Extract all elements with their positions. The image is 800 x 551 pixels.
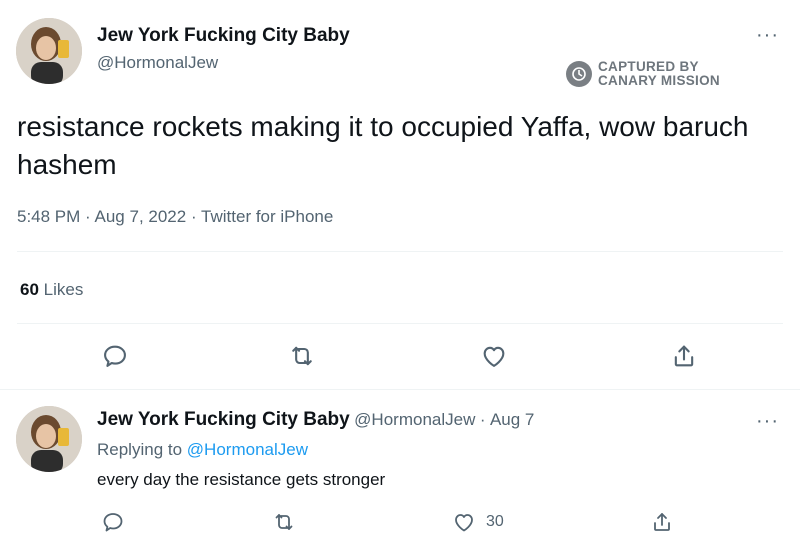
retweet-icon[interactable] (272, 510, 296, 534)
tweet-metadata: 5:48 PM · Aug 7, 2022 · Twitter for iPho… (17, 207, 333, 227)
separator-dot: · (190, 207, 197, 226)
tweet-text: resistance rockets making it to occupied… (17, 111, 749, 180)
avatar[interactable] (16, 18, 82, 84)
more-options-icon[interactable]: ··· (756, 411, 779, 431)
separator-dot: · (479, 410, 486, 429)
replying-to: Replying to @HormonalJew (97, 440, 308, 460)
user-handle[interactable]: @HormonalJew (354, 410, 475, 429)
display-name[interactable]: Jew York Fucking City Baby (97, 25, 350, 47)
share-icon[interactable] (650, 510, 674, 534)
tweet-time[interactable]: 5:48 PM (17, 207, 80, 226)
divider (17, 323, 783, 324)
likes-stat[interactable]: 60 Likes (20, 280, 83, 300)
display-name[interactable]: Jew York Fucking City Baby (97, 409, 350, 430)
heart-icon (452, 510, 476, 534)
tweet-date[interactable]: Aug 7 (490, 410, 534, 429)
reply-header: Jew York Fucking City Baby @HormonalJew … (97, 409, 534, 431)
separator-dot: · (85, 207, 91, 226)
watermark-line-2: CANARY MISSION (598, 73, 720, 88)
like-button[interactable]: 30 (452, 510, 504, 534)
more-options-icon[interactable]: ··· (756, 25, 779, 45)
like-count: 30 (486, 513, 504, 530)
watermark: CAPTURED BY CANARY MISSION (566, 60, 720, 88)
retweet-icon[interactable] (288, 342, 316, 370)
reply-icon[interactable] (101, 510, 125, 534)
heart-icon[interactable] (480, 342, 508, 370)
replying-to-label: Replying to (97, 440, 183, 459)
canary-mission-logo-icon (566, 61, 592, 87)
avatar[interactable] (16, 406, 82, 472)
likes-count: 60 (20, 280, 39, 299)
divider (0, 389, 800, 390)
replying-to-handle[interactable]: @HormonalJew (187, 440, 308, 459)
share-icon[interactable] (670, 342, 698, 370)
tweet-date[interactable]: Aug 7, 2022 (95, 207, 187, 226)
tweet-source[interactable]: Twitter for iPhone (201, 207, 333, 226)
reply-icon[interactable] (101, 342, 129, 370)
divider (17, 251, 783, 252)
reply-text: every day the resistance gets stronger (97, 470, 386, 489)
user-handle[interactable]: @HormonalJew (97, 53, 218, 73)
watermark-line-1: CAPTURED BY (598, 59, 699, 74)
likes-label: Likes (43, 280, 84, 299)
